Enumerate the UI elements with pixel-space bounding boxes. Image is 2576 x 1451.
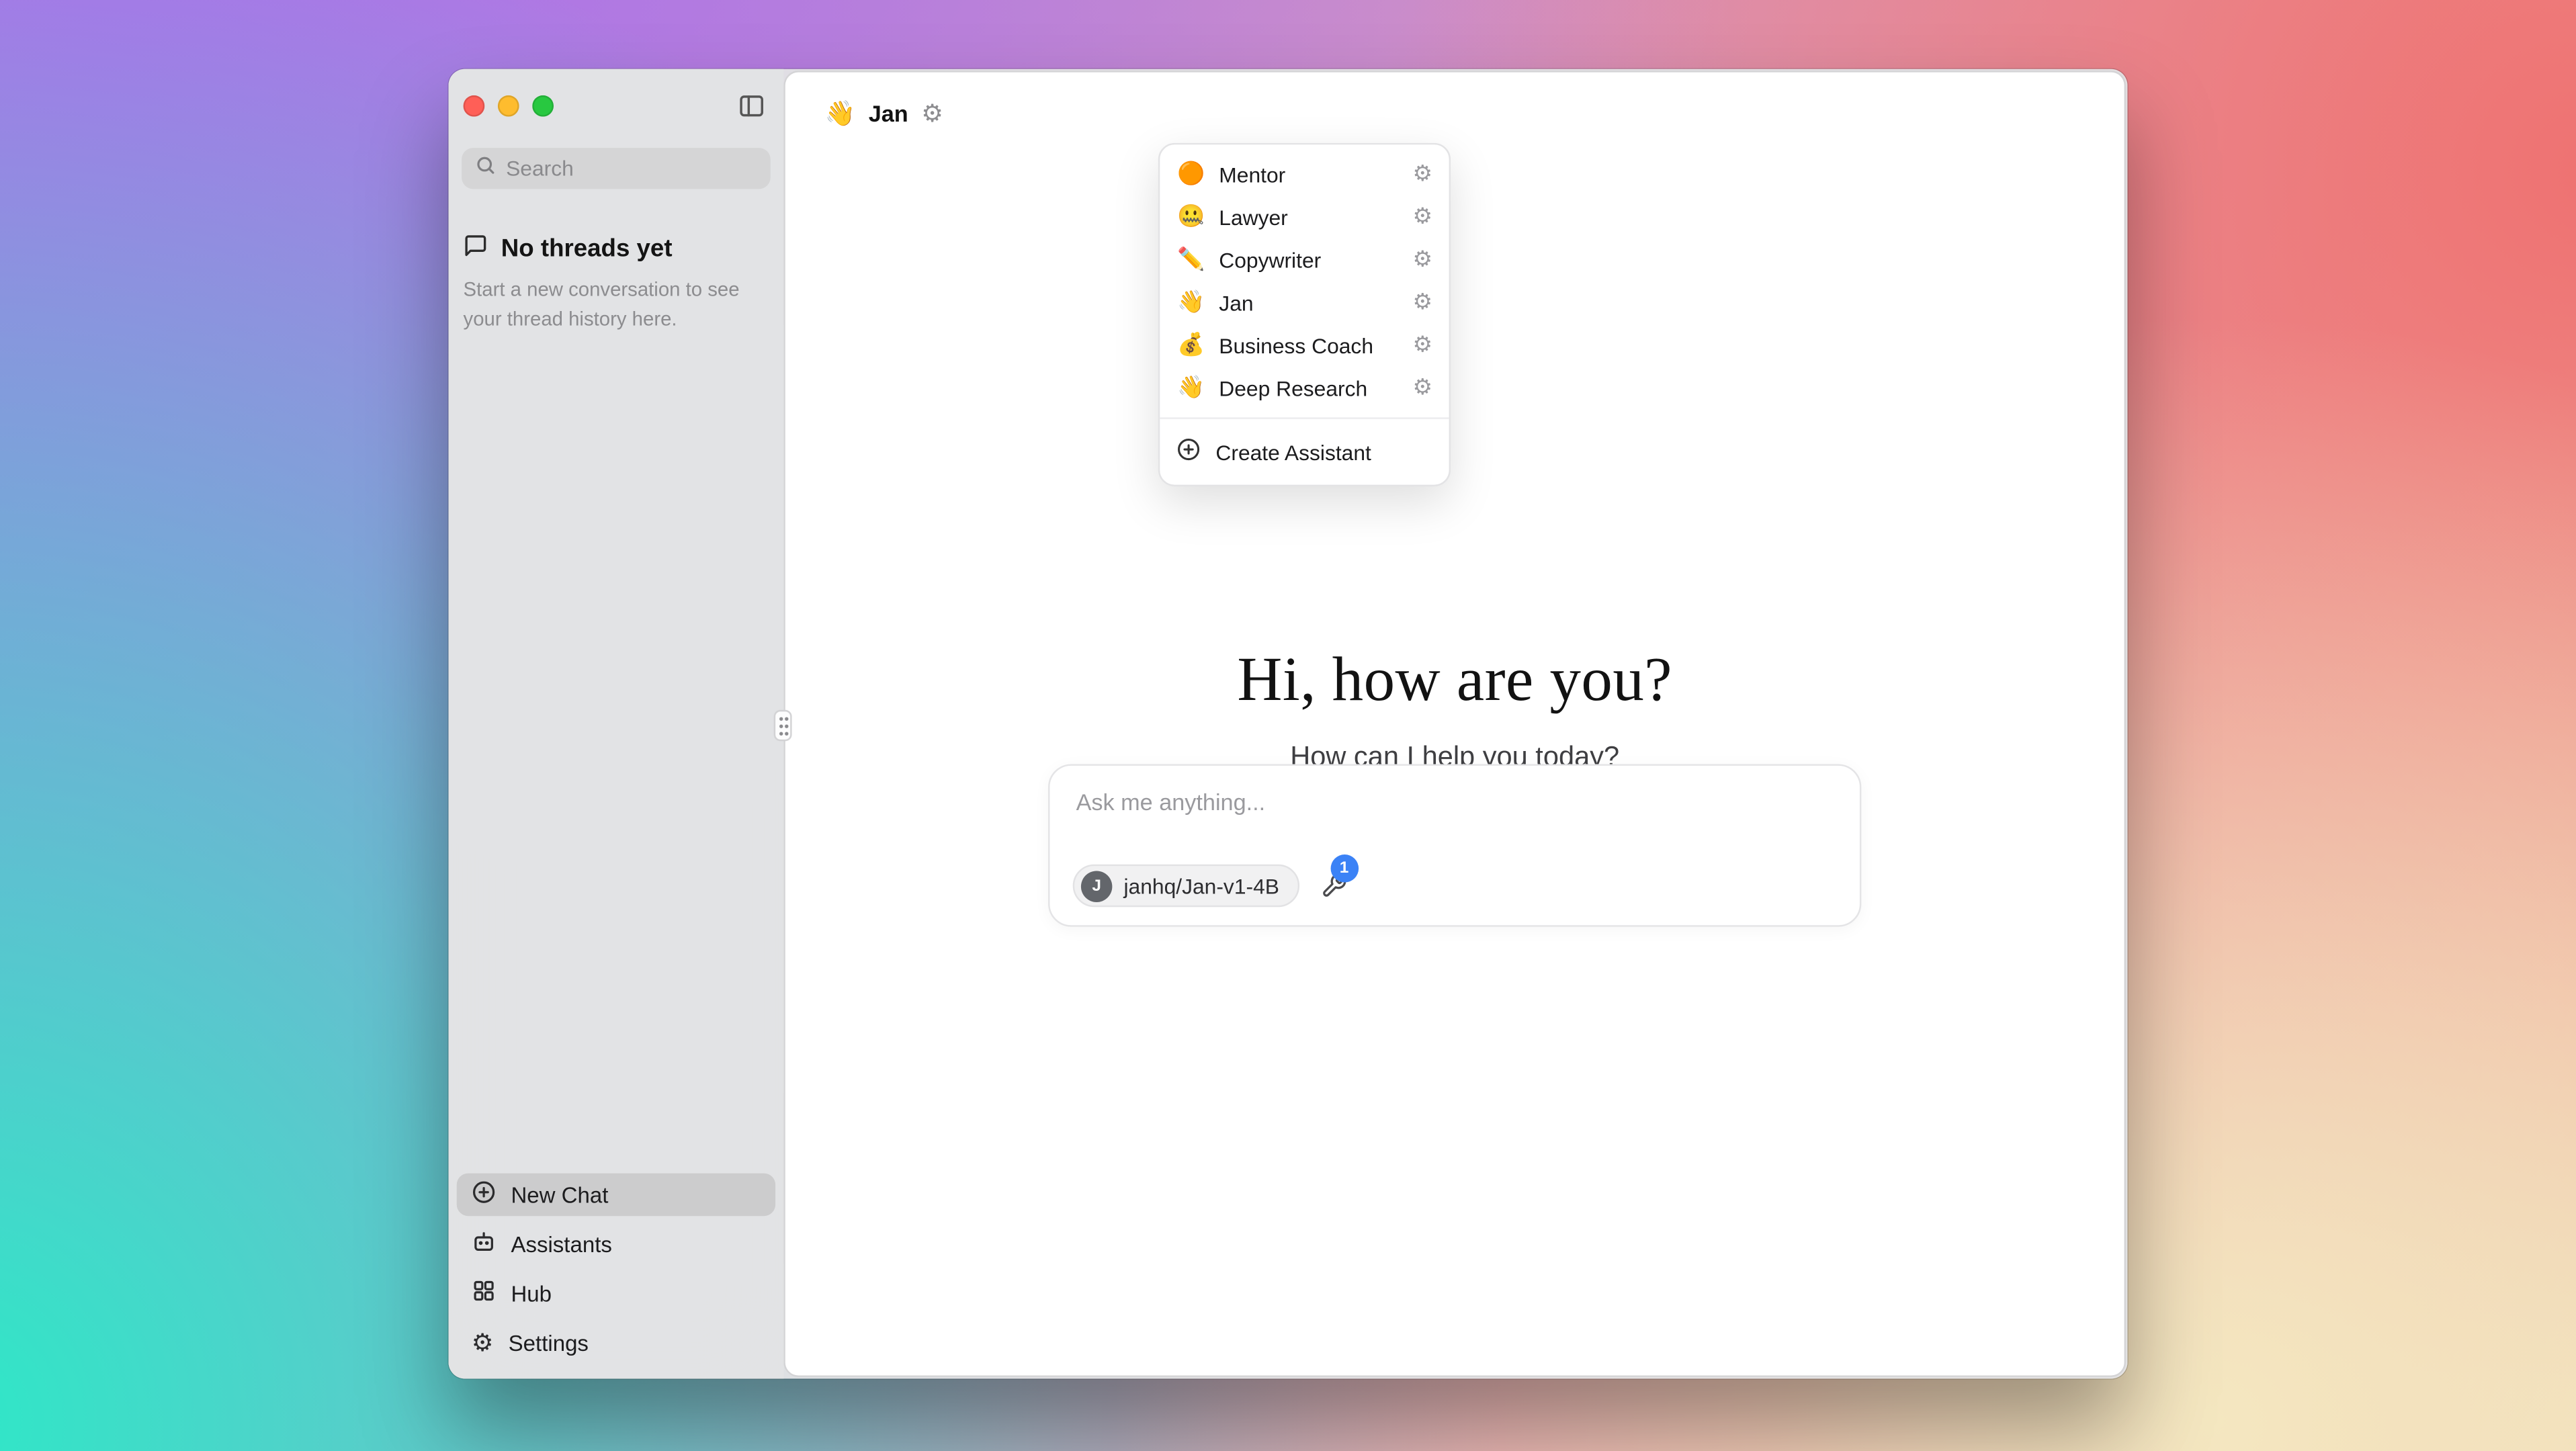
settings-gear-icon: ⚙ bbox=[472, 1330, 494, 1355]
menu-item-copywriter[interactable]: ✏️ Copywriter ⚙ bbox=[1160, 238, 1449, 281]
model-avatar: J bbox=[1081, 870, 1112, 901]
sidebar-toggle-icon[interactable] bbox=[738, 92, 766, 120]
search-input[interactable] bbox=[506, 156, 757, 181]
app-window: No threads yet Start a new conversation … bbox=[449, 69, 2128, 1379]
message-input[interactable] bbox=[1076, 789, 1834, 848]
jan-emoji: 👋 bbox=[1176, 290, 1206, 316]
copywriter-emoji: ✏️ bbox=[1176, 247, 1206, 273]
sidebar-item-hub[interactable]: Hub bbox=[457, 1272, 775, 1315]
deep-research-settings-icon[interactable]: ⚙ bbox=[1413, 377, 1433, 399]
business-coach-settings-icon[interactable]: ⚙ bbox=[1413, 334, 1433, 356]
message-composer: J janhq/Jan-v1-4B 1 bbox=[1048, 764, 1861, 926]
empty-state-description: Start a new conversation to see your thr… bbox=[464, 275, 756, 334]
assistant-selector[interactable]: 👋 Jan ⚙ bbox=[824, 91, 943, 136]
business-coach-emoji: 💰 bbox=[1176, 332, 1206, 358]
zoom-button[interactable] bbox=[532, 95, 554, 117]
assistant-dropdown-menu: 🟠 Mentor ⚙ 🤐 Lawyer ⚙ ✏️ Copywriter ⚙ 👋 … bbox=[1158, 143, 1451, 486]
menu-item-lawyer[interactable]: 🤐 Lawyer ⚙ bbox=[1160, 195, 1449, 238]
mentor-settings-icon[interactable]: ⚙ bbox=[1413, 163, 1433, 185]
lawyer-settings-icon[interactable]: ⚙ bbox=[1413, 206, 1433, 228]
chat-panel: 👋 Jan ⚙ 🟠 Mentor ⚙ 🤐 Lawyer ⚙ ✏️ C bbox=[783, 71, 2126, 1377]
assistant-settings-icon[interactable]: ⚙ bbox=[921, 101, 943, 126]
sidebar-nav: New Chat Assistants bbox=[457, 1174, 775, 1364]
assistant-robot-icon bbox=[472, 1229, 497, 1259]
model-selector[interactable]: J janhq/Jan-v1-4B bbox=[1073, 865, 1299, 908]
plus-circle-icon bbox=[472, 1180, 497, 1209]
nav-label: Assistants bbox=[511, 1231, 611, 1256]
copywriter-settings-icon[interactable]: ⚙ bbox=[1413, 249, 1433, 271]
model-name: janhq/Jan-v1-4B bbox=[1123, 873, 1279, 898]
lawyer-emoji: 🤐 bbox=[1176, 204, 1206, 230]
window-controls bbox=[464, 95, 554, 117]
search-icon bbox=[475, 154, 497, 183]
empty-state-heading: No threads yet bbox=[501, 235, 673, 263]
menu-item-mentor[interactable]: 🟠 Mentor ⚙ bbox=[1160, 152, 1449, 195]
create-assistant-button[interactable]: Create Assistant bbox=[1160, 427, 1449, 476]
sidebar-item-assistants[interactable]: Assistants bbox=[457, 1223, 775, 1266]
menu-divider bbox=[1160, 417, 1449, 419]
greeting: Hi, how are you? How can I help you toda… bbox=[785, 644, 2124, 774]
nav-label: Hub bbox=[511, 1281, 552, 1306]
menu-item-business-coach[interactable]: 💰 Business Coach ⚙ bbox=[1160, 324, 1449, 367]
composer-footer: J janhq/Jan-v1-4B 1 bbox=[1073, 865, 1347, 908]
search-box bbox=[462, 148, 771, 189]
plus-circle-icon bbox=[1176, 437, 1201, 467]
grip-dots-icon bbox=[776, 714, 789, 737]
menu-item-deep-research[interactable]: 👋 Deep Research ⚙ bbox=[1160, 367, 1449, 410]
minimize-button[interactable] bbox=[498, 95, 519, 117]
empty-state-title: No threads yet bbox=[464, 233, 673, 264]
close-button[interactable] bbox=[464, 95, 485, 117]
sidebar-item-new-chat[interactable]: New Chat bbox=[457, 1174, 775, 1217]
hub-grid-icon bbox=[472, 1278, 497, 1308]
assistant-emoji: 👋 bbox=[824, 99, 855, 128]
sidebar: No threads yet Start a new conversation … bbox=[449, 69, 784, 1379]
greeting-title: Hi, how are you? bbox=[785, 644, 2124, 717]
sidebar-item-settings[interactable]: ⚙ Settings bbox=[457, 1321, 775, 1364]
panel-resize-handle[interactable] bbox=[774, 710, 792, 741]
assistant-name: Jan bbox=[869, 100, 908, 126]
desktop-background: No threads yet Start a new conversation … bbox=[0, 0, 2576, 1451]
tools-button[interactable]: 1 bbox=[1320, 873, 1346, 899]
chat-bubble-icon bbox=[464, 233, 488, 264]
tools-count-badge: 1 bbox=[1330, 854, 1359, 883]
nav-label: New Chat bbox=[511, 1182, 608, 1207]
nav-label: Settings bbox=[509, 1330, 589, 1355]
deep-research-emoji: 👋 bbox=[1176, 375, 1206, 401]
jan-settings-icon[interactable]: ⚙ bbox=[1413, 292, 1433, 314]
menu-item-jan[interactable]: 👋 Jan ⚙ bbox=[1160, 281, 1449, 324]
mentor-emoji: 🟠 bbox=[1176, 161, 1206, 187]
